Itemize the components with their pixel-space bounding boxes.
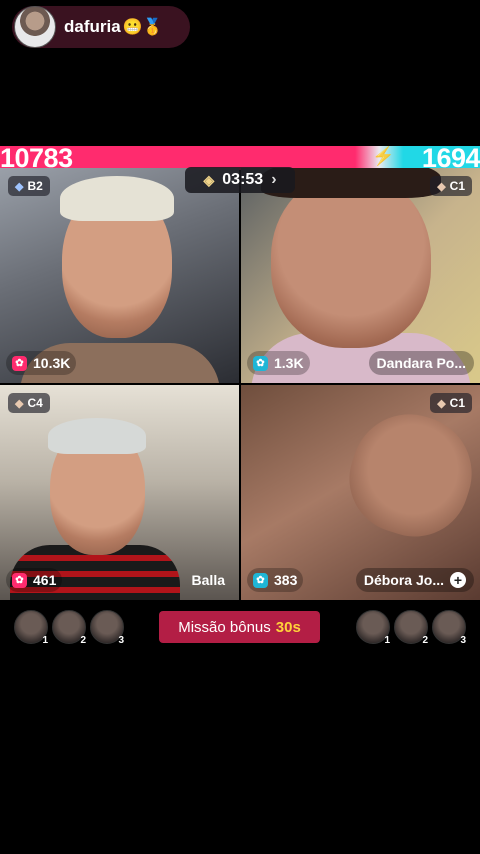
diamond-icon: ◆ bbox=[437, 180, 446, 193]
rank-badge: ◆ C1 bbox=[430, 176, 472, 196]
host-profile-pill[interactable]: dafuria 😬🥇 bbox=[12, 6, 190, 48]
diamond-icon: ◈ bbox=[203, 171, 215, 188]
mission-label: Missão bônus bbox=[178, 618, 271, 636]
viewer-avatar[interactable]: 1 bbox=[356, 610, 390, 646]
player-tile-2[interactable]: ◆ C1 ✿ 1.3K Dandara Po... bbox=[241, 168, 480, 383]
player-tile-3[interactable]: ◆ C4 ✿ 461 Balla bbox=[0, 385, 239, 600]
rank-label: B2 bbox=[27, 179, 43, 193]
player-name-label: Débora Jo... bbox=[363, 572, 444, 588]
gift-icon: ✿ bbox=[253, 572, 268, 588]
viewer-rank: 3 bbox=[118, 635, 124, 646]
chevron-right-icon: › bbox=[271, 171, 277, 188]
player-tile-1[interactable]: ◆ B2 ✿ 10.3K bbox=[0, 168, 239, 383]
gift-icon: ✿ bbox=[253, 355, 268, 371]
gift-count[interactable]: ✿ 383 bbox=[247, 568, 304, 592]
host-name: dafuria bbox=[64, 17, 121, 36]
gift-count-value: 1.3K bbox=[274, 355, 304, 371]
rank-label: C1 bbox=[449, 396, 465, 410]
left-team-viewers: 1 2 3 bbox=[14, 610, 124, 646]
video-hair bbox=[60, 176, 174, 221]
gift-count-value: 461 bbox=[33, 572, 57, 588]
plus-icon[interactable]: + bbox=[450, 572, 466, 588]
player-name[interactable]: Dandara Po... bbox=[368, 351, 474, 375]
viewer-rank: 1 bbox=[42, 635, 48, 646]
viewer-avatar[interactable]: 3 bbox=[432, 610, 466, 646]
player-tile-4[interactable]: ◆ C1 ✿ 383 Débora Jo... + bbox=[241, 385, 480, 600]
gift-count-value: 10.3K bbox=[33, 355, 71, 371]
diamond-icon: ◆ bbox=[437, 397, 446, 410]
gift-count[interactable]: ✿ 10.3K bbox=[6, 351, 77, 375]
gift-count-value: 383 bbox=[274, 572, 298, 588]
viewer-rank: 3 bbox=[460, 635, 466, 646]
gift-icon: ✿ bbox=[12, 572, 27, 588]
clash-icon: ⚡ bbox=[372, 146, 395, 166]
player-name[interactable]: Débora Jo... + bbox=[355, 568, 474, 592]
rank-label: C4 bbox=[27, 396, 43, 410]
viewer-avatar[interactable]: 1 bbox=[14, 610, 48, 646]
video-face bbox=[335, 399, 480, 551]
right-team-viewers: 1 2 3 bbox=[356, 610, 466, 646]
timer-value: 03:53 bbox=[222, 171, 264, 188]
video-hair bbox=[48, 418, 146, 454]
battle-timer[interactable]: ◈ 03:53 › bbox=[185, 167, 295, 193]
player-name[interactable]: Balla bbox=[184, 568, 233, 592]
rank-badge: ◆ C4 bbox=[8, 393, 50, 413]
video-face bbox=[271, 173, 431, 348]
viewer-rank: 2 bbox=[422, 635, 428, 646]
rank-label: C1 bbox=[449, 179, 465, 193]
player-name-label: Dandara Po... bbox=[376, 355, 466, 371]
viewer-avatar[interactable]: 2 bbox=[52, 610, 86, 646]
rank-badge: ◆ B2 bbox=[8, 176, 50, 196]
diamond-icon: ◆ bbox=[15, 180, 24, 193]
bonus-mission-button[interactable]: Missão bônus 30s bbox=[159, 611, 320, 643]
gift-icon: ✿ bbox=[12, 355, 27, 371]
gift-count[interactable]: ✿ 1.3K bbox=[247, 351, 310, 375]
host-avatar[interactable] bbox=[14, 6, 56, 48]
diamond-icon: ◆ bbox=[15, 397, 24, 410]
host-emoji: 😬🥇 bbox=[122, 19, 163, 36]
battle-grid: ◆ B2 ✿ 10.3K ◆ C1 ✿ 1.3K Dandara Po... ◆… bbox=[0, 168, 480, 602]
gift-count[interactable]: ✿ 461 bbox=[6, 568, 63, 592]
viewer-rank: 2 bbox=[80, 635, 86, 646]
player-name-label: Balla bbox=[191, 572, 225, 588]
viewer-avatar[interactable]: 2 bbox=[394, 610, 428, 646]
viewer-rank: 1 bbox=[384, 635, 390, 646]
mission-time: 30s bbox=[275, 618, 301, 636]
rank-badge: ◆ C1 bbox=[430, 393, 472, 413]
viewer-avatar[interactable]: 3 bbox=[90, 610, 124, 646]
